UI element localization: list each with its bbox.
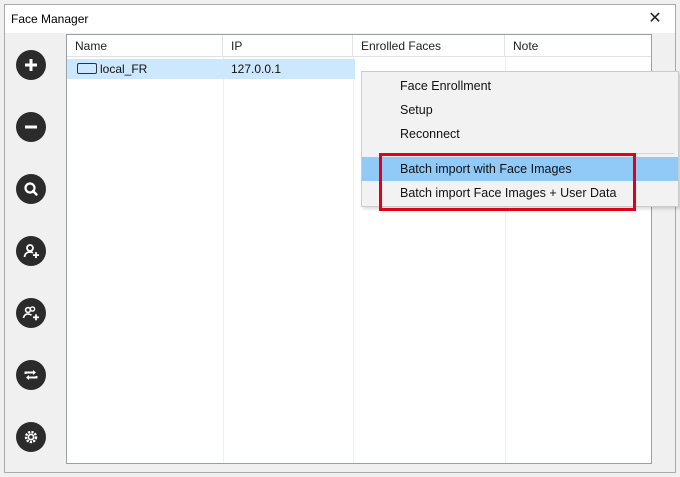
menu-item-batch-import-face-images[interactable]: Batch import with Face Images [362, 157, 678, 181]
remove-icon [25, 125, 37, 129]
column-divider [223, 57, 224, 463]
window-title: Face Manager [11, 12, 89, 26]
menu-item-setup[interactable]: Setup [362, 98, 678, 122]
device-icon [77, 63, 97, 74]
title-bar: Face Manager ✕ [5, 5, 675, 33]
search-button[interactable] [16, 174, 46, 204]
settings-icon [24, 430, 38, 444]
column-header-ip[interactable]: IP [223, 35, 353, 57]
add-group-button[interactable] [16, 298, 46, 328]
column-header-enrolled-faces[interactable]: Enrolled Faces [353, 35, 505, 57]
add-icon [25, 59, 37, 71]
remove-button[interactable] [16, 112, 46, 142]
sync-icon [24, 370, 38, 380]
menu-separator [392, 153, 674, 154]
add-user-button[interactable] [16, 236, 46, 266]
add-group-icon [22, 306, 39, 321]
context-menu: Face Enrollment Setup Reconnect Batch im… [361, 71, 679, 207]
row-ip: 127.0.0.1 [231, 62, 282, 76]
row-name: local_FR [100, 62, 148, 76]
add-button[interactable] [16, 50, 46, 80]
column-header-name[interactable]: Name [67, 35, 223, 57]
table-row[interactable]: local_FR 127.0.0.1 [67, 59, 355, 79]
settings-button[interactable] [16, 422, 46, 452]
close-button[interactable]: ✕ [643, 8, 667, 30]
menu-item-face-enrollment[interactable]: Face Enrollment [362, 74, 678, 98]
column-header-note[interactable]: Note [505, 35, 651, 57]
left-toolbar [0, 28, 62, 477]
menu-item-batch-import-user-data[interactable]: Batch import Face Images + User Data [362, 181, 678, 205]
sync-button[interactable] [16, 360, 46, 390]
menu-item-reconnect[interactable]: Reconnect [362, 122, 678, 146]
search-icon [24, 182, 38, 196]
row-name-cell: local_FR [77, 59, 147, 79]
add-user-icon [23, 244, 39, 259]
column-divider [353, 57, 354, 463]
